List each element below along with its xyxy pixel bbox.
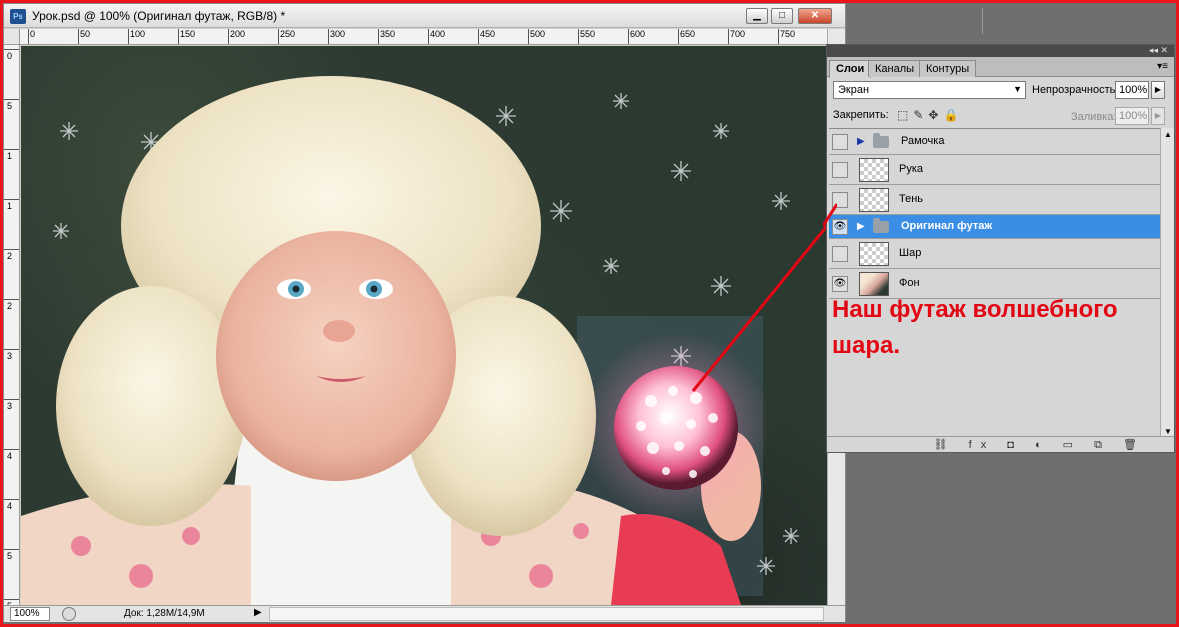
expand-triangle-icon[interactable]: ▶ (857, 221, 865, 232)
ruler-tick: 400 (428, 29, 445, 44)
opacity-field[interactable]: 100% (1115, 81, 1149, 99)
status-info-icon[interactable] (62, 607, 76, 621)
blend-mode-select[interactable]: Экран ▼ (833, 81, 1026, 99)
chevron-down-icon: ▼ (1013, 84, 1022, 94)
layer-row-ramochka[interactable]: ▶ Рамочка (829, 129, 1160, 155)
layers-list: ▶ Рамочка Рука Тень 👁 ▶ Оригинал футаж Ш… (829, 128, 1160, 438)
ruler-tick: 100 (128, 29, 145, 44)
document-window: Ps Урок.psd @ 100% (Оригинал футаж, RGB/… (3, 3, 846, 622)
ruler-tick: 2 (4, 299, 19, 311)
ruler-tick: 550 (578, 29, 595, 44)
blend-mode-value: Экран (838, 84, 870, 96)
tab-layers[interactable]: Слои (829, 60, 872, 78)
visibility-toggle[interactable] (832, 245, 848, 262)
eye-icon[interactable]: 👁 (832, 275, 848, 292)
layer-thumbnail (859, 241, 889, 266)
ruler-tick: 3 (4, 349, 19, 361)
ruler-tick: 2 (4, 249, 19, 261)
close-button[interactable]: ✕ (798, 8, 832, 24)
layer-name: Тень (899, 192, 924, 205)
opacity-label: Непрозрачность: (1032, 84, 1119, 96)
ruler-tick: 3 (4, 399, 19, 411)
ruler-tick: 5 (4, 99, 19, 111)
panel-collapse-bar[interactable]: ◂◂ ✕ (827, 45, 1174, 57)
lock-label: Закрепить: (833, 109, 889, 121)
visibility-toggle[interactable] (832, 161, 848, 178)
vertical-ruler[interactable]: 0 5 1 1 2 2 3 3 4 4 5 5 (4, 45, 20, 605)
layer-thumbnail (859, 187, 889, 212)
panel-menu-icon[interactable]: ▾≡ (1157, 61, 1168, 72)
ruler-tick: 0 (28, 29, 35, 44)
document-info: Док: 1,28M/14,9M (124, 608, 205, 619)
ruler-tick: 650 (678, 29, 695, 44)
scroll-down-icon[interactable]: ▼ (1164, 427, 1172, 436)
document-titlebar[interactable]: Ps Урок.psd @ 100% (Оригинал футаж, RGB/… (4, 4, 845, 28)
ruler-tick: 250 (278, 29, 295, 44)
image-canvas[interactable] (21, 46, 827, 605)
status-menu-arrow[interactable]: ▶ (254, 607, 262, 618)
document-title: Урок.psd @ 100% (Оригинал футаж, RGB/8) … (32, 9, 286, 23)
visibility-toggle[interactable] (832, 133, 848, 150)
ruler-tick: 1 (4, 149, 19, 161)
scroll-up-icon[interactable]: ▲ (1164, 130, 1172, 139)
folder-icon (873, 132, 889, 148)
ruler-tick: 150 (178, 29, 195, 44)
layer-thumbnail (859, 157, 889, 182)
layer-name: Рука (899, 162, 924, 175)
panel-footer: ⛓ fx ◘ ◐ ▭ ⧉ 🗑 (827, 436, 1174, 452)
minimize-button[interactable]: ▁ (746, 8, 768, 24)
annotation-pointer-tail (823, 203, 837, 227)
ruler-corner[interactable] (4, 29, 20, 45)
ruler-tick: 5 (4, 599, 19, 605)
maximize-button[interactable]: □ (771, 8, 793, 24)
ruler-tick: 0 (4, 49, 19, 61)
annotation-text: Наш футаж волшебного шара. (832, 296, 1118, 359)
layer-row-ten[interactable]: Тень (829, 185, 1160, 215)
ruler-tick: 4 (4, 449, 19, 461)
layer-name: Оригинал футаж (901, 219, 993, 232)
ruler-tick: 750 (778, 29, 795, 44)
ruler-tick: 500 (528, 29, 545, 44)
tab-paths[interactable]: Контуры (919, 60, 977, 77)
layer-name: Фон (899, 276, 920, 289)
horizontal-ruler[interactable]: 0 50 100 150 200 250 300 350 400 450 500 550 600 650 7… (20, 29, 827, 45)
layer-row-original-footage[interactable]: 👁 ▶ Оригинал футаж (829, 215, 1160, 239)
layers-panel: ◂◂ ✕ Слои Каналы Контуры ▾≡ Экран ▼ Непр… (826, 44, 1175, 453)
ruler-tick: 450 (478, 29, 495, 44)
ruler-tick: 4 (4, 499, 19, 511)
layer-name: Шар (899, 246, 922, 259)
layer-name: Рамочка (901, 134, 945, 147)
ruler-tick: 1 (4, 199, 19, 211)
opacity-slider-button[interactable]: ▶ (1151, 81, 1165, 99)
photo-artwork (21, 76, 827, 605)
expand-triangle-icon[interactable]: ▶ (857, 136, 865, 147)
ruler-tick: 350 (378, 29, 395, 44)
layer-action-icons[interactable]: ⛓ fx ◘ ◐ ▭ ⧉ 🗑 (934, 438, 1146, 452)
ruler-tick: 200 (228, 29, 245, 44)
ruler-tick: 5 (4, 549, 19, 561)
ruler-tick: 600 (628, 29, 645, 44)
layer-row-shar[interactable]: Шар (829, 239, 1160, 269)
layer-row-ruka[interactable]: Рука (829, 155, 1160, 185)
fill-slider-button[interactable]: ▶ (1151, 107, 1165, 125)
zoom-field[interactable]: 100% (10, 607, 50, 621)
panel-tabs: Слои Каналы Контуры ▾≡ (827, 57, 1174, 78)
tab-channels[interactable]: Каналы (868, 60, 922, 77)
ruler-tick: 300 (328, 29, 345, 44)
fill-field[interactable]: 100% (1115, 107, 1149, 125)
magic-orb (614, 366, 738, 490)
status-bar: 100% Док: 1,28M/14,9M ▶ (4, 605, 845, 622)
ruler-tick: 700 (728, 29, 745, 44)
folder-icon (873, 217, 889, 233)
child-face (216, 231, 456, 481)
horizontal-scrollbar[interactable] (269, 607, 824, 621)
toolbar-divider (982, 8, 983, 34)
ruler-tick: 50 (78, 29, 90, 44)
photoshop-icon: Ps (10, 9, 26, 24)
fill-label: Заливка: (1071, 111, 1117, 123)
lock-icons[interactable]: ⬚✎✥🔒 (897, 108, 963, 122)
layers-scrollbar[interactable]: ▲ ▼ (1160, 128, 1174, 438)
